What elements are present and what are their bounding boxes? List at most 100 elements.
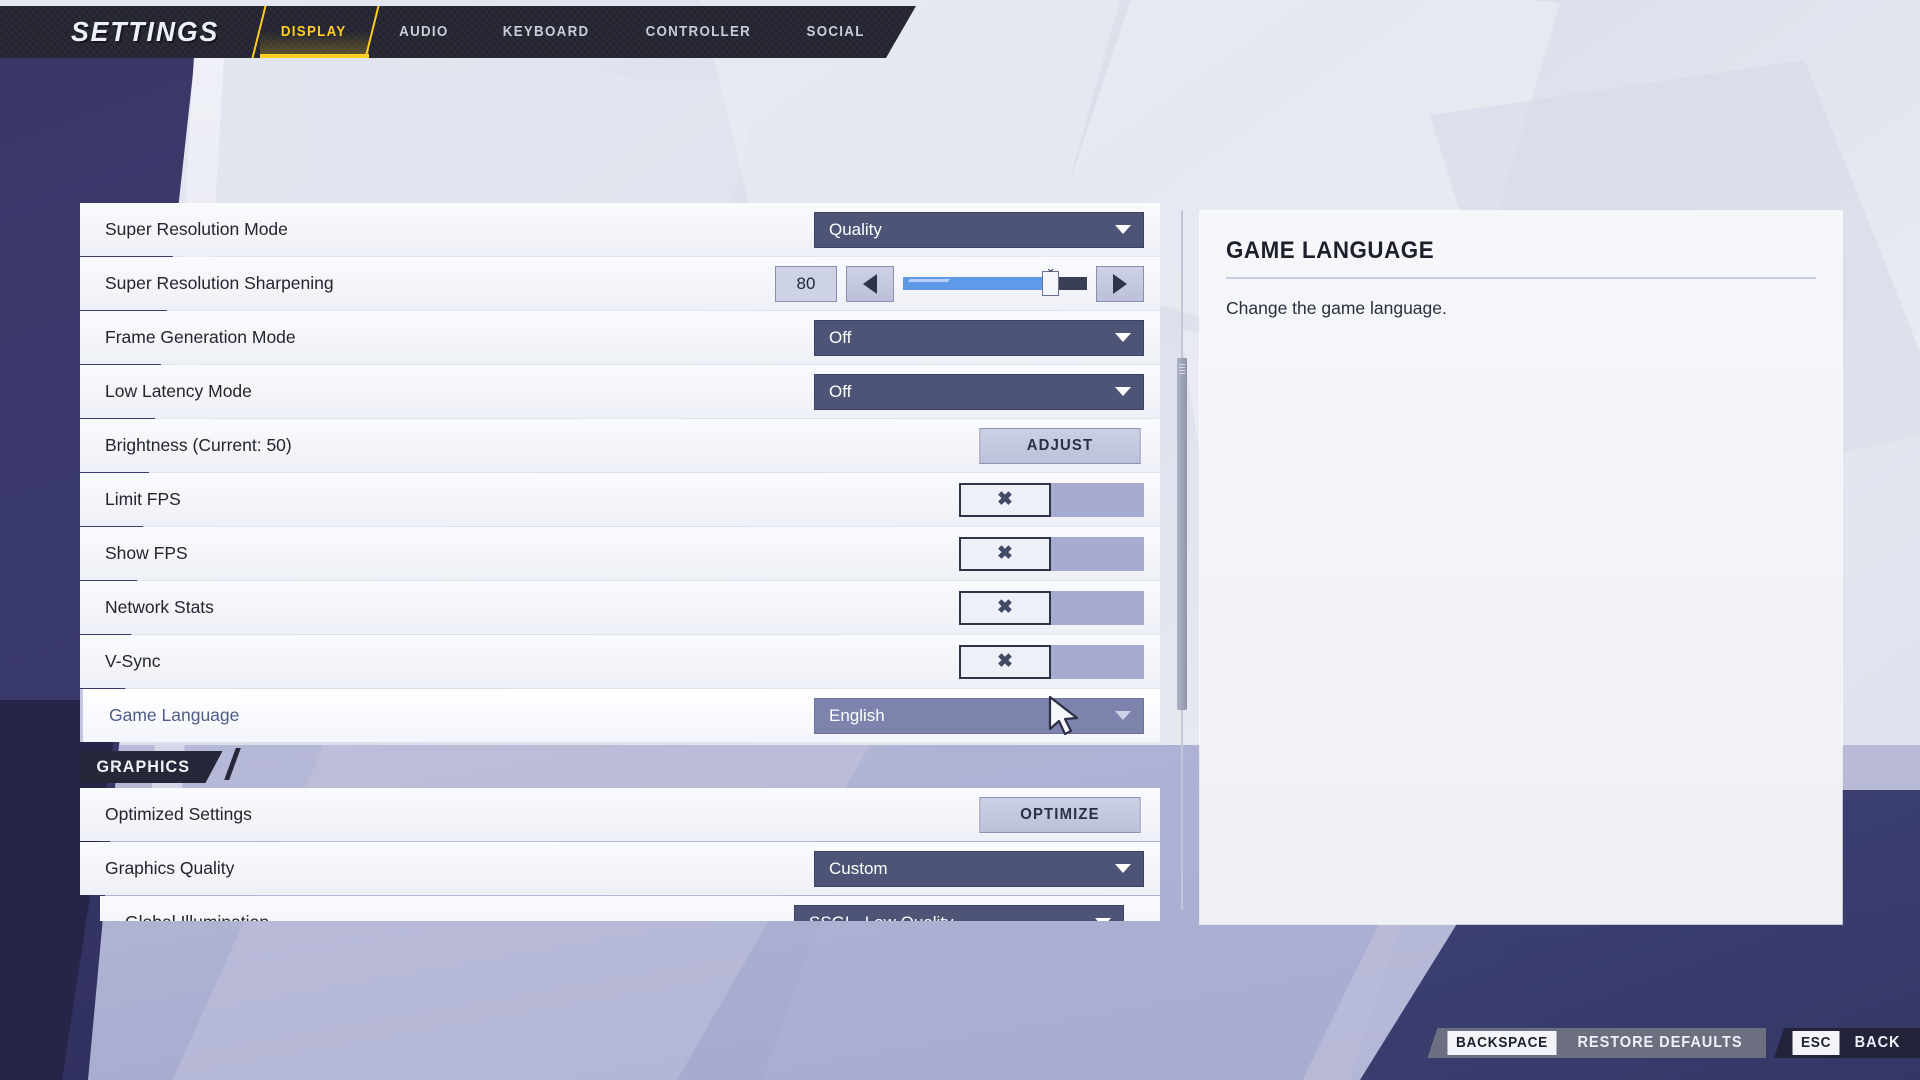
setting-label: Graphics Quality bbox=[105, 858, 235, 878]
cross-icon: ✖ bbox=[997, 597, 1013, 618]
checkbox-network-stats[interactable]: ✖ bbox=[959, 590, 1144, 625]
setting-control: SSGI - Low Quality bbox=[794, 904, 1160, 921]
setting-row-limit-fps[interactable]: Limit FPS ✖ bbox=[80, 473, 1160, 526]
tab-keyboard[interactable]: KEYBOARD bbox=[481, 6, 612, 58]
checkbox-box[interactable]: ✖ bbox=[959, 536, 1051, 571]
setting-control: ✖ bbox=[959, 536, 1160, 571]
checkbox-box[interactable]: ✖ bbox=[959, 644, 1051, 679]
checkbox-show-fps[interactable]: ✖ bbox=[959, 536, 1144, 571]
checkbox-fill bbox=[1051, 590, 1144, 625]
dropdown-value: Off bbox=[829, 327, 852, 347]
setting-row-optimized-settings[interactable]: Optimized Settings OPTIMIZE bbox=[80, 788, 1160, 841]
chevron-down-icon bbox=[1115, 711, 1131, 720]
setting-row-graphics-quality[interactable]: Graphics Quality Custom bbox=[80, 842, 1160, 895]
dropdown-game-language[interactable]: English bbox=[814, 697, 1144, 734]
setting-row-super-resolution-mode[interactable]: Super Resolution Mode Quality bbox=[80, 203, 1160, 256]
setting-label: Optimized Settings bbox=[105, 804, 252, 824]
checkbox-limit-fps[interactable]: ✖ bbox=[959, 482, 1144, 517]
cross-icon: ✖ bbox=[997, 489, 1013, 510]
dropdown-value: Custom bbox=[829, 858, 888, 878]
chevron-down-icon bbox=[1095, 918, 1111, 921]
setting-control: OPTIMIZE bbox=[976, 796, 1160, 833]
setting-label: Super Resolution Sharpening bbox=[105, 273, 334, 293]
setting-row-game-language[interactable]: Game Language English bbox=[80, 689, 1160, 742]
hint-action-label: RESTORE DEFAULTS bbox=[1577, 1034, 1743, 1051]
checkbox-box[interactable]: ✖ bbox=[959, 590, 1051, 625]
chevron-down-icon bbox=[1115, 333, 1131, 342]
setting-control: Quality bbox=[814, 211, 1160, 248]
setting-label: Low Latency Mode bbox=[105, 381, 252, 401]
setting-row-low-latency-mode[interactable]: Low Latency Mode Off bbox=[80, 365, 1160, 418]
setting-row-v-sync[interactable]: V-Sync ✖ bbox=[80, 635, 1160, 688]
slider-fill bbox=[903, 277, 1051, 290]
checkbox-fill bbox=[1051, 536, 1144, 571]
tab-active-underline bbox=[260, 54, 370, 58]
chevron-down-icon bbox=[1115, 864, 1131, 873]
dropdown-frame-generation-mode[interactable]: Off bbox=[814, 319, 1144, 356]
adjust-brightness-button[interactable]: ADJUST bbox=[979, 427, 1141, 464]
top-navigation-bar: SETTINGS DISPLAY AUDIO KEYBOARD CONTROLL… bbox=[0, 6, 916, 58]
setting-control: Off bbox=[814, 373, 1160, 410]
hint-action-label: BACK bbox=[1854, 1034, 1901, 1051]
setting-control: English bbox=[814, 697, 1160, 734]
setting-label: Super Resolution Mode bbox=[105, 219, 288, 239]
hint-back[interactable]: ESC BACK bbox=[1774, 1028, 1920, 1058]
info-panel-description: Change the game language. bbox=[1226, 298, 1447, 318]
settings-scrollbar-thumb[interactable] bbox=[1177, 358, 1187, 710]
setting-label: Frame Generation Mode bbox=[105, 327, 296, 347]
setting-row-show-fps[interactable]: Show FPS ✖ bbox=[80, 527, 1160, 580]
setting-control: ✖ bbox=[959, 644, 1160, 679]
dropdown-graphics-quality[interactable]: Custom bbox=[814, 850, 1144, 887]
checkbox-box[interactable]: ✖ bbox=[959, 482, 1051, 517]
setting-row-network-stats[interactable]: Network Stats ✖ bbox=[80, 581, 1160, 634]
setting-label: V-Sync bbox=[105, 651, 161, 671]
settings-list[interactable]: Super Resolution Mode Quality Super Reso… bbox=[80, 203, 1160, 921]
slider-increment-button[interactable] bbox=[1096, 265, 1144, 302]
section-chip: GRAPHICS bbox=[80, 751, 223, 783]
setting-control: 80 ⌄ bbox=[775, 261, 1160, 302]
tab-display-wrapper: DISPLAY bbox=[254, 6, 373, 58]
settings-screen: SETTINGS DISPLAY AUDIO KEYBOARD CONTROLL… bbox=[0, 0, 1920, 1080]
optimize-button[interactable]: OPTIMIZE bbox=[979, 796, 1141, 833]
hint-restore-defaults[interactable]: BACKSPACE RESTORE DEFAULTS bbox=[1427, 1028, 1766, 1058]
setting-control: ADJUST bbox=[976, 427, 1160, 464]
key-badge-esc: ESC bbox=[1792, 1031, 1840, 1055]
setting-label: Show FPS bbox=[105, 543, 188, 563]
tab-social[interactable]: SOCIAL bbox=[784, 6, 886, 58]
cross-icon: ✖ bbox=[997, 543, 1013, 564]
cursor-arrow-icon bbox=[1048, 695, 1079, 736]
setting-control: Custom bbox=[814, 850, 1160, 887]
setting-label: Limit FPS bbox=[105, 489, 181, 509]
setting-control: Off bbox=[814, 319, 1160, 356]
info-panel: GAME LANGUAGE Change the game language. bbox=[1200, 211, 1842, 924]
setting-row-global-illumination[interactable]: Global Illumination SSGI - Low Quality bbox=[100, 896, 1160, 921]
key-badge-backspace: BACKSPACE bbox=[1447, 1031, 1557, 1055]
dropdown-low-latency-mode[interactable]: Off bbox=[814, 373, 1144, 410]
dropdown-super-resolution-mode[interactable]: Quality bbox=[814, 211, 1144, 248]
setting-row-super-resolution-sharpening[interactable]: Super Resolution Sharpening 80 ⌄ bbox=[80, 257, 1160, 310]
sharpening-slider[interactable]: ⌄ bbox=[903, 261, 1087, 296]
section-header-graphics: GRAPHICS bbox=[80, 748, 1160, 786]
setting-row-frame-generation-mode[interactable]: Frame Generation Mode Off bbox=[80, 311, 1160, 364]
setting-row-brightness[interactable]: Brightness (Current: 50) ADJUST bbox=[80, 419, 1160, 472]
setting-control: ✖ bbox=[959, 590, 1160, 625]
sharpening-value-box: 80 bbox=[775, 265, 837, 302]
arrow-right-icon bbox=[1113, 273, 1127, 294]
setting-label: Brightness (Current: 50) bbox=[105, 435, 292, 455]
checkbox-v-sync[interactable]: ✖ bbox=[959, 644, 1144, 679]
info-panel-title: GAME LANGUAGE bbox=[1226, 237, 1435, 264]
slider-decrement-button[interactable] bbox=[846, 265, 894, 302]
tab-audio[interactable]: AUDIO bbox=[377, 6, 471, 58]
tab-controller[interactable]: CONTROLLER bbox=[624, 6, 774, 58]
setting-label: Game Language bbox=[109, 705, 240, 725]
arrow-left-icon bbox=[863, 273, 877, 294]
info-panel-divider bbox=[1226, 277, 1816, 279]
dropdown-global-illumination[interactable]: SSGI - Low Quality bbox=[794, 904, 1124, 921]
setting-label: Network Stats bbox=[105, 597, 214, 617]
setting-label: Global Illumination bbox=[103, 912, 794, 921]
dropdown-value: Off bbox=[829, 381, 852, 401]
section-title: GRAPHICS bbox=[96, 757, 191, 776]
mouse-cursor bbox=[1048, 695, 1082, 742]
chevron-down-icon bbox=[1115, 225, 1131, 234]
cross-icon: ✖ bbox=[997, 651, 1013, 672]
